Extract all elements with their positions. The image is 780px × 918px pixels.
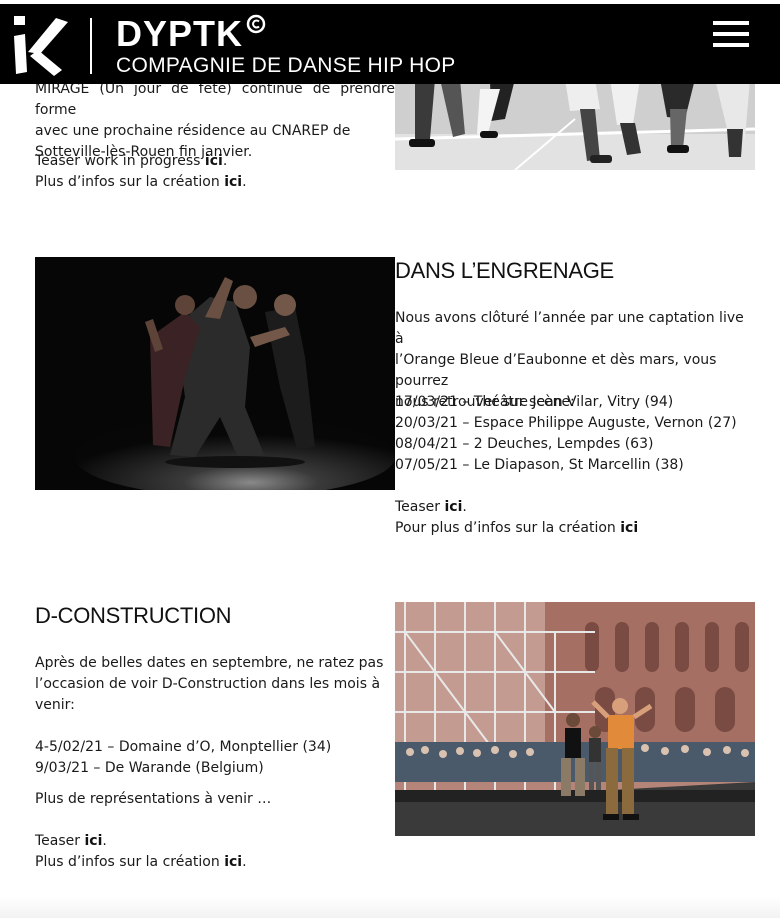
engrenage-infos-link[interactable]: ici xyxy=(620,520,638,536)
date-item: 07/05/21 – Le Diapason, St Marcellin (38… xyxy=(395,457,684,473)
dconstruction-teaser-line: Teaser ici. xyxy=(35,833,107,849)
copyright-icon xyxy=(246,14,266,34)
mirage-links: Teaser work in progress ici. Plus d’info… xyxy=(35,151,395,193)
dconstruction-line: l’occasion de voir D-Construction dans l… xyxy=(35,676,381,692)
dans-lengrenage-title: DANS L’ENGRENAGE xyxy=(395,258,614,283)
mirage-photo xyxy=(395,79,755,170)
mirage-infos-link[interactable]: ici xyxy=(224,174,242,190)
logo-divider xyxy=(90,18,92,74)
d-construction-photo xyxy=(395,602,755,836)
mirage-line: MIRAGE (Un jour de fête) continue de pre… xyxy=(35,81,395,118)
d-construction-more: Plus de représentations à venir … xyxy=(35,791,272,807)
dans-lengrenage-dates: 17/03/21 – Théâtre Jean Vilar, Vitry (94… xyxy=(395,392,755,476)
date-item: 20/03/21 – Espace Philippe Auguste, Vern… xyxy=(395,415,737,431)
dconstruction-infos-link[interactable]: ici xyxy=(224,854,242,870)
engrenage-line: l’Orange Bleue d’Eaubonne et dès mars, v… xyxy=(395,352,717,389)
d-construction-dates: 4-5/02/21 – Domaine d’O, Monptellier (34… xyxy=(35,737,395,779)
date-item: 9/03/21 – De Warande (Belgium) xyxy=(35,760,264,776)
k-logo-icon[interactable] xyxy=(12,12,70,76)
engrenage-teaser-link[interactable]: ici xyxy=(444,499,462,515)
date-item: 17/03/21 – Théâtre Jean Vilar, Vitry (94… xyxy=(395,394,674,410)
site-header: DYPTK COMPAGNIE DE DANSE HIP HOP xyxy=(0,4,780,84)
brand-name[interactable]: DYPTK xyxy=(116,14,243,54)
bottom-fade xyxy=(0,896,780,918)
engrenage-teaser-line: Teaser ici. xyxy=(395,499,467,515)
dconstruction-infos-line: Plus d’infos sur la création ici. xyxy=(35,854,247,870)
engrenage-line: Nous avons clôturé l’année par une capta… xyxy=(395,310,744,347)
mirage-infos-line: Plus d’infos sur la création ici. xyxy=(35,174,247,190)
d-construction-description: Après de belles dates en septembre, ne r… xyxy=(35,653,395,716)
mirage-line: avec une prochaine résidence au CNAREP d… xyxy=(35,123,351,139)
d-construction-links: Teaser ici. Plus d’infos sur la création… xyxy=(35,831,395,873)
hamburger-menu-icon[interactable] xyxy=(713,21,749,51)
engrenage-infos-line: Pour plus d’infos sur la création ici xyxy=(395,520,639,536)
dconstruction-line: Après de belles dates en septembre, ne r… xyxy=(35,655,384,671)
dconstruction-teaser-link[interactable]: ici xyxy=(84,833,102,849)
mirage-teaser-line: Teaser work in progress ici. xyxy=(35,153,228,169)
date-item: 4-5/02/21 – Domaine d’O, Monptellier (34… xyxy=(35,739,332,755)
dans-lengrenage-links: Teaser ici. Pour plus d’infos sur la cré… xyxy=(395,497,755,539)
mirage-teaser-link[interactable]: ici xyxy=(205,153,223,169)
date-item: 08/04/21 – 2 Deuches, Lempdes (63) xyxy=(395,436,654,452)
d-construction-title: D-CONSTRUCTION xyxy=(35,603,232,628)
dans-lengrenage-photo xyxy=(35,257,395,490)
brand-tagline: COMPAGNIE DE DANSE HIP HOP xyxy=(116,54,456,77)
dconstruction-line: venir: xyxy=(35,697,75,713)
